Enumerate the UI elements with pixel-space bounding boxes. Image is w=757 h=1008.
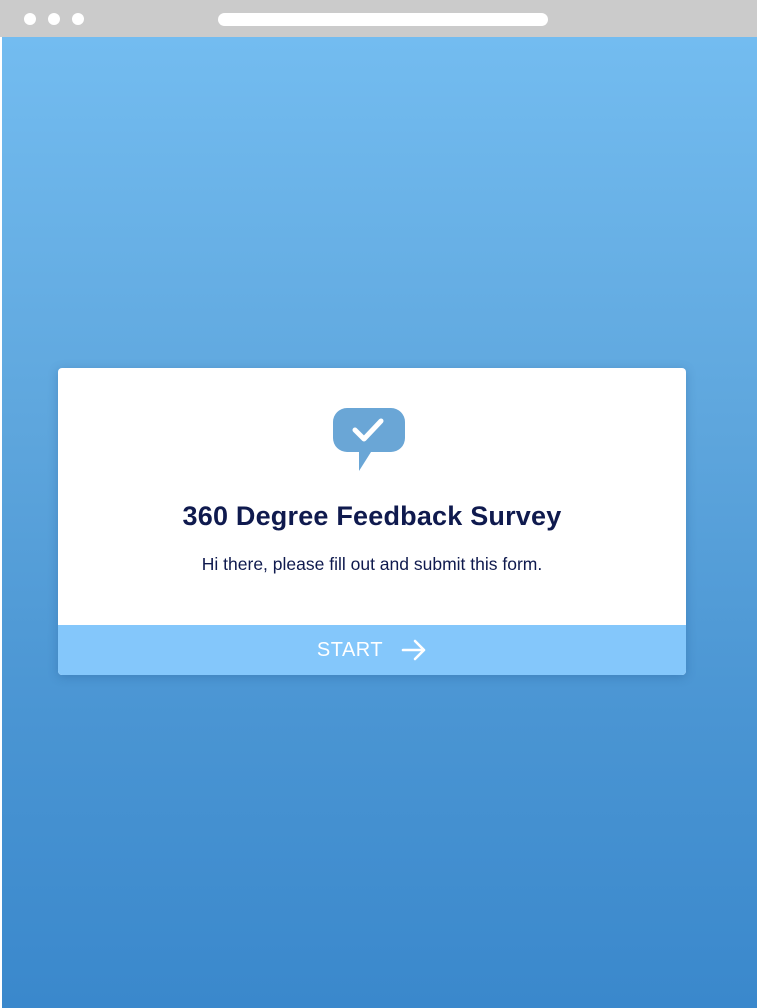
window-minimize-dot[interactable] bbox=[48, 13, 60, 25]
start-button[interactable]: START bbox=[58, 625, 686, 675]
survey-subtitle: Hi there, please fill out and submit thi… bbox=[201, 554, 543, 574]
address-bar[interactable] bbox=[218, 13, 548, 26]
survey-welcome-card: 360 Degree Feedback Survey Hi there, ple… bbox=[58, 368, 686, 675]
browser-titlebar bbox=[0, 0, 757, 37]
window-close-dot[interactable] bbox=[24, 13, 36, 25]
arrow-right-icon bbox=[401, 639, 427, 661]
browser-window: 360 Degree Feedback Survey Hi there, ple… bbox=[0, 0, 757, 1008]
page-viewport: 360 Degree Feedback Survey Hi there, ple… bbox=[2, 37, 757, 1008]
survey-title: 360 Degree Feedback Survey bbox=[182, 501, 562, 531]
start-button-label: START bbox=[316, 638, 384, 661]
window-maximize-dot[interactable] bbox=[72, 13, 84, 25]
chat-check-icon bbox=[333, 408, 405, 472]
